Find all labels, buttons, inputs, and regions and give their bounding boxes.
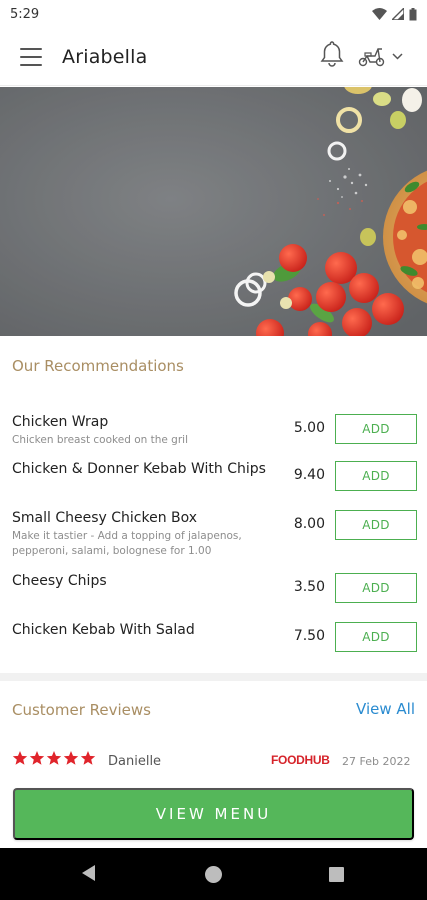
view-menu-button[interactable]: VIEW MENU [13, 788, 414, 840]
foodhub-logo: FOODHUB [271, 753, 330, 767]
hero-image [0, 87, 427, 336]
reviews-title: Customer Reviews [12, 701, 151, 719]
item-price: 7.50 [293, 628, 325, 644]
review-item: Danielle FOODHUB 27 Feb 2022 [0, 748, 427, 774]
status-bar: 5:29 [0, 0, 427, 28]
item-price: 3.50 [293, 579, 325, 595]
section-title: Our Recommendations [12, 357, 184, 375]
item-name: Cheesy Chips [12, 573, 107, 589]
pizza-ingredients-image [0, 87, 427, 336]
reviewer-name: Danielle [108, 754, 162, 769]
item-description: Chicken breast cooked on the gril [12, 434, 188, 446]
item-price: 9.40 [293, 467, 325, 483]
star-rating [12, 750, 96, 766]
star-icon [46, 751, 62, 765]
star-icon [63, 751, 79, 765]
add-button[interactable]: ADD [335, 622, 417, 652]
star-icon [12, 751, 28, 765]
item-price: 8.00 [293, 516, 325, 532]
recents-icon[interactable] [329, 867, 344, 882]
item-description: Make it tastier - Add a topping of jalap… [12, 530, 242, 557]
add-button[interactable]: ADD [335, 414, 417, 444]
restaurant-title: Ariabella [62, 45, 148, 68]
add-button[interactable]: ADD [335, 573, 417, 603]
wifi-icon [372, 8, 387, 20]
item-name: Chicken Kebab With Salad [12, 622, 195, 638]
item-name: Small Cheesy Chicken Box [12, 510, 198, 526]
battery-icon [409, 7, 417, 20]
cell-signal-icon [392, 8, 404, 20]
menu-icon[interactable] [20, 47, 42, 66]
view-all-link[interactable]: View All [356, 700, 415, 718]
section-divider [0, 673, 427, 681]
review-date: 27 Feb 2022 [342, 755, 411, 768]
bell-icon[interactable] [319, 40, 345, 68]
star-icon [29, 751, 45, 765]
delivery-mode-selector[interactable] [358, 42, 414, 70]
scooter-icon [358, 48, 385, 67]
item-price: 5.00 [293, 420, 325, 436]
add-button[interactable]: ADD [335, 510, 417, 540]
app-bar: Ariabella [0, 28, 427, 86]
chevron-down-icon [392, 52, 403, 60]
home-icon[interactable] [205, 866, 222, 883]
item-name: Chicken Wrap [12, 414, 109, 430]
add-button[interactable]: ADD [335, 461, 417, 491]
star-icon [80, 751, 96, 765]
status-icons [372, 7, 417, 21]
back-icon[interactable] [80, 864, 96, 882]
system-nav-bar [0, 848, 427, 900]
status-time: 5:29 [10, 6, 40, 22]
item-name: Chicken & Donner Kebab With Chips [12, 461, 266, 477]
